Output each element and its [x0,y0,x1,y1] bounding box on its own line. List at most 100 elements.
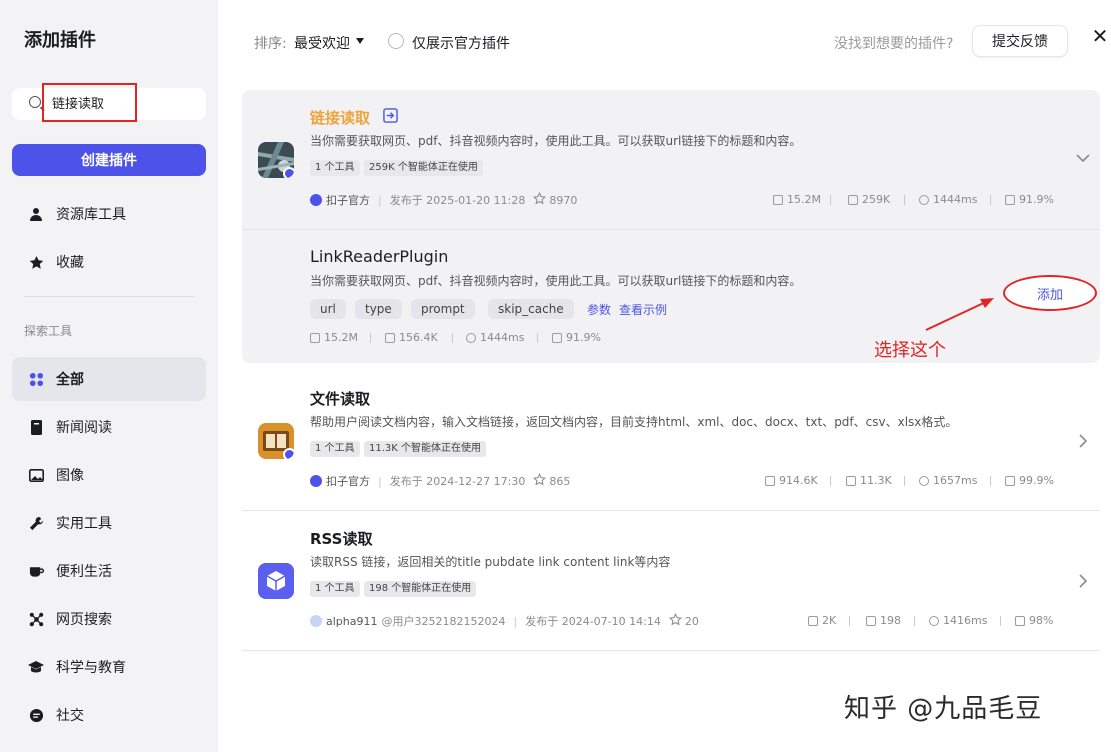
sort-dropdown[interactable]: 最受欢迎 [294,33,350,53]
stat-latency-value: 1657ms [933,474,978,487]
close-icon[interactable]: ✕ [1088,24,1111,48]
chevron-right-icon[interactable] [1078,433,1088,452]
card-inner-divider [242,229,1100,230]
caret-down-icon[interactable] [356,38,364,44]
usage-count-tag: 198 个智能体正在使用 [364,581,477,597]
sidebar-item-library-tools[interactable]: 资源库工具 [12,192,206,236]
chevron-right-icon[interactable] [1078,573,1088,592]
sidebar-item-images[interactable]: 图像 [12,453,206,497]
stat-success-value: 91.9% [1019,193,1054,206]
not-found-text: 没找到想要的插件? [834,36,954,52]
success-rate-icon [1005,475,1015,486]
tool-description: 当你需要获取网页、pdf、抖音视频内容时，使用此工具。可以获取url链接下的标题… [310,274,802,288]
stat-bots-value: 198 [880,614,901,627]
sidebar-item-web-search[interactable]: 网页搜索 [12,597,206,641]
plugin-published: 发布于 2024-12-27 17:30 [389,475,526,488]
sidebar-item-all[interactable]: 全部 [12,357,206,401]
create-plugin-button[interactable]: 创建插件 [12,144,206,176]
sidebar-item-label: 科学与教育 [56,660,126,676]
sidebar-item-favorites[interactable]: 收藏 [12,240,206,284]
plugin-description: 帮助用户阅读文档内容，输入文档链接，返回文档内容，目前支持html、xml、do… [310,415,958,429]
tool-stat-calls-value: 15.2M [324,331,358,344]
stat-latency: 1444ms [919,193,977,206]
stat-calls: 2K [808,614,836,627]
stat-separator [1000,616,1001,626]
plugin-author: 扣子官方 [326,194,370,207]
stat-success: 98% [1015,614,1053,627]
official-only-radio[interactable] [388,33,404,49]
feedback-button[interactable]: 提交反馈 [972,25,1068,57]
annotation-text: 选择这个 [874,340,946,361]
plugin-stars: 865 [549,474,571,488]
sidebar-item-utilities[interactable]: 实用工具 [12,501,206,545]
plugin-title[interactable]: RSS读取 [310,528,372,549]
plugin-title[interactable]: 链接读取 [310,107,370,128]
stat-latency-value: 1444ms [933,193,978,206]
official-only-label[interactable]: 仅展示官方插件 [412,33,510,53]
sidebar-item-label: 社交 [56,708,84,724]
chevron-down-icon[interactable] [1076,148,1090,167]
star-icon [533,191,547,208]
stat-latency: 1657ms [919,474,977,487]
tool-stat-calls: 15.2M [310,331,358,344]
search-input[interactable] [42,83,137,122]
search-box[interactable] [12,83,206,122]
view-example-link[interactable]: 查看示例 [619,301,667,318]
stat-calls-value: 914.6K [779,474,818,487]
plugin-meta: 扣子官方 | 发布于 2024-12-27 17:30 865 [310,472,571,489]
plugin-title[interactable]: 文件读取 [310,388,370,409]
success-rate-icon [1015,615,1025,626]
params-link[interactable]: 参数 [587,301,611,318]
param-tag: prompt [411,299,475,319]
plugin-card-rss-reader[interactable]: RSS读取 读取RSS 链接，返回相关的title pubdate link c… [242,511,1100,650]
sidebar-item-label: 新闻阅读 [56,420,112,436]
stat-separator [904,195,905,205]
stat-separator [914,616,915,626]
wrench-icon [28,515,44,531]
grid-icon [28,371,44,387]
plugin-card-file-reader[interactable]: 文件读取 帮助用户阅读文档内容，输入文档链接，返回文档内容，目前支持html、x… [242,371,1100,510]
sidebar: 添加插件 创建插件 资源库工具 收藏 探索工具 全部 新闻阅读 图像 实用工具 … [0,0,218,752]
cup-icon [28,563,44,579]
success-rate-icon [552,332,562,343]
sidebar-item-social[interactable]: 社交 [12,693,206,737]
card-divider [242,650,1100,651]
sidebar-item-science-education[interactable]: 科学与教育 [12,645,206,689]
plugin-author: 扣子官方 [326,475,370,488]
annotation-arrow-icon [925,298,994,331]
plugin-description: 读取RSS 链接，返回相关的title pubdate link content… [310,555,671,569]
sidebar-item-news[interactable]: 新闻阅读 [12,405,206,449]
clock-icon [919,194,929,205]
tool-stat-bots-value: 156.4K [399,331,438,344]
stat-calls-value: 2K [822,614,837,627]
clock-icon [929,615,939,626]
sort-label: 排序: [254,36,287,52]
stat-calls: 914.6K [765,474,818,487]
official-avatar-icon [310,475,322,487]
official-avatar-icon [310,194,322,206]
meta-separator: | [513,614,518,628]
stat-separator [537,333,538,343]
cube-icon [773,194,783,205]
stat-success: 91.9% [1005,193,1054,206]
stat-latency: 1416ms [929,614,987,627]
stat-separator [370,333,371,343]
stat-calls-value: 15.2M [787,193,821,206]
open-link-icon[interactable] [383,108,398,123]
header: 排序: 最受欢迎 仅展示官方插件 没找到想要的插件? 提交反馈 ✕ [218,0,1111,82]
usage-count-tag: 11.3K 个智能体正在使用 [364,441,487,457]
usage-count-tag: 259K 个智能体正在使用 [364,160,483,176]
sidebar-item-lifestyle[interactable]: 便利生活 [12,549,206,593]
sidebar-item-label: 网页搜索 [56,612,112,628]
plugin-author: alpha911 [326,614,378,628]
cube-icon [310,332,320,343]
sidebar-title: 添加插件 [24,30,96,51]
success-rate-icon [1005,194,1015,205]
user-avatar-icon [310,615,322,627]
stat-bots: 259K [848,193,890,206]
sidebar-item-label: 全部 [56,372,84,388]
stat-separator [990,195,991,205]
plugin-avatar [258,423,294,459]
param-tag: skip_cache [488,299,574,319]
add-tool-button[interactable]: 添加 [1003,275,1097,311]
